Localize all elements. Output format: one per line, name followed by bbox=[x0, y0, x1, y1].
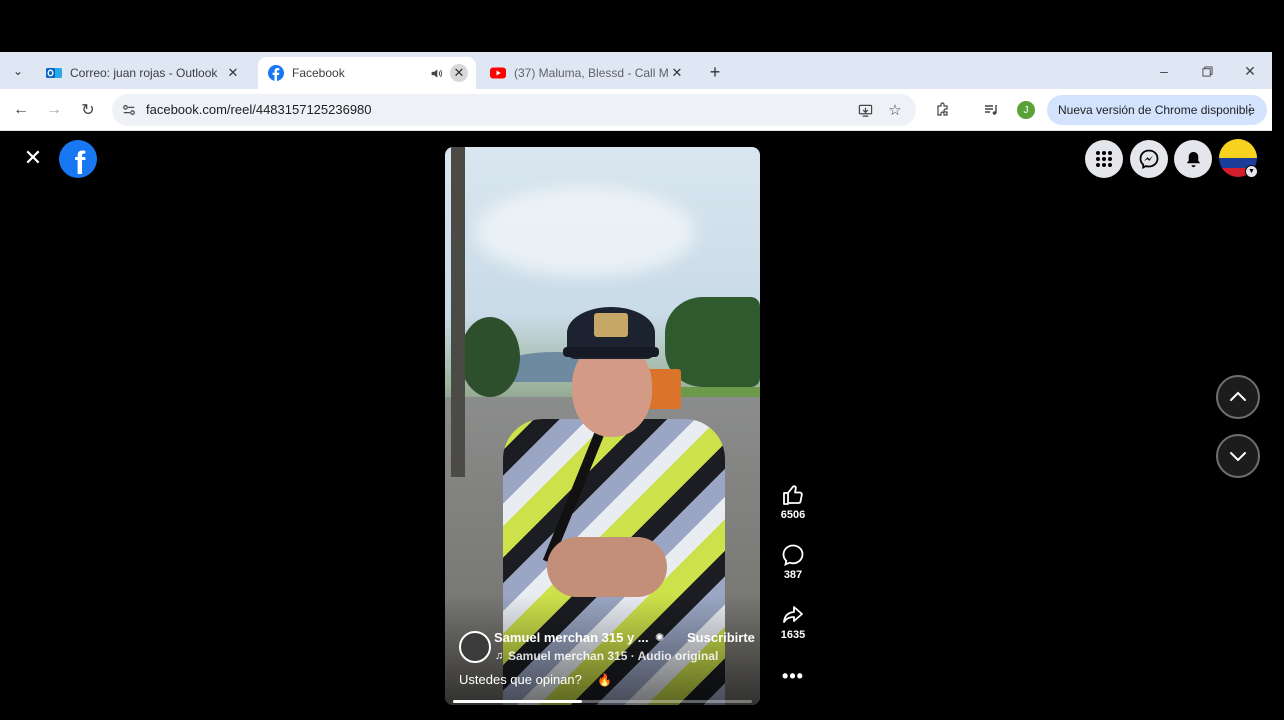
grid-menu-icon bbox=[1096, 151, 1112, 167]
like-button[interactable]: 6506 bbox=[773, 483, 813, 521]
close-tab-icon[interactable]: ✕ bbox=[668, 64, 686, 82]
comment-button[interactable]: 387 bbox=[773, 543, 813, 581]
screen: ⌄ Correo: juan rojas - Outlook ✕ Faceboo… bbox=[0, 0, 1284, 720]
previous-reel-button[interactable] bbox=[1216, 375, 1260, 419]
forward-button[interactable]: → bbox=[41, 97, 67, 123]
close-icon: ✕ bbox=[1244, 62, 1256, 79]
audio-label[interactable]: Samuel merchan 315 · Audio original bbox=[508, 649, 718, 663]
media-control-icon[interactable] bbox=[981, 99, 1003, 121]
outlook-icon bbox=[46, 68, 62, 78]
tab-title: Correo: juan rojas - Outlook bbox=[70, 66, 218, 80]
share-count: 1635 bbox=[780, 629, 806, 641]
messenger-button[interactable] bbox=[1130, 140, 1168, 178]
like-count: 6506 bbox=[780, 509, 806, 521]
bookmark-star-icon[interactable]: ☆ bbox=[885, 100, 905, 120]
back-button[interactable]: ← bbox=[8, 97, 34, 123]
chevron-down-icon[interactable]: ▼ bbox=[1245, 165, 1258, 178]
fire-icon: 🔥 bbox=[597, 673, 612, 687]
messenger-icon bbox=[1139, 149, 1159, 169]
extensions-icon[interactable] bbox=[932, 99, 954, 121]
more-vert-icon[interactable]: ⋮ bbox=[1243, 101, 1257, 118]
thumbs-up-icon bbox=[783, 485, 803, 505]
youtube-icon bbox=[490, 67, 506, 79]
comment-count: 387 bbox=[783, 569, 803, 581]
globe-icon: ✺ bbox=[655, 632, 665, 644]
reel-caption: Ustedes que opinan? bbox=[459, 672, 582, 687]
facebook-logo[interactable]: f bbox=[59, 140, 97, 178]
close-window-button[interactable]: ✕ bbox=[1238, 60, 1262, 82]
close-icon: ✕ bbox=[23, 145, 43, 170]
chrome-update-button[interactable]: Nueva versión de Chrome disponible ⋮ bbox=[1047, 95, 1267, 125]
music-note-icon: ♫ bbox=[495, 650, 504, 662]
author-name[interactable]: Samuel merchan 315 y ... bbox=[494, 630, 649, 645]
chevron-down-icon: ⌄ bbox=[12, 64, 24, 78]
restore-icon bbox=[1201, 65, 1213, 77]
tab-outlook[interactable]: Correo: juan rojas - Outlook ✕ bbox=[36, 57, 250, 89]
update-label: Nueva versión de Chrome disponible bbox=[1058, 103, 1255, 117]
menu-button[interactable] bbox=[1085, 140, 1123, 178]
plus-icon: + bbox=[709, 61, 721, 82]
tab-facebook[interactable]: Facebook ✕ bbox=[258, 57, 476, 89]
close-tab-icon[interactable]: ✕ bbox=[450, 64, 468, 82]
bell-icon bbox=[1186, 151, 1200, 167]
subscribe-button[interactable]: Suscribirte bbox=[687, 630, 755, 645]
arrow-left-icon: ← bbox=[13, 101, 29, 118]
facebook-f-icon: f bbox=[74, 144, 86, 179]
reel-page: ✕ f ▼ Samuel merchan 315 y ... ✺ Suscrib… bbox=[0, 131, 1284, 720]
chevron-down-icon bbox=[1230, 452, 1246, 462]
address-bar[interactable]: facebook.com/reel/4483157125236980 ☆ bbox=[112, 94, 916, 126]
minimize-icon: – bbox=[1160, 63, 1168, 79]
reel-video[interactable]: Samuel merchan 315 y ... ✺ Suscribirte ♫… bbox=[445, 147, 760, 705]
author-avatar[interactable] bbox=[459, 631, 491, 663]
reload-button[interactable]: ↻ bbox=[75, 97, 101, 123]
install-app-icon[interactable] bbox=[855, 100, 875, 120]
new-tab-button[interactable]: + bbox=[704, 61, 726, 83]
next-reel-button[interactable] bbox=[1216, 434, 1260, 478]
reload-icon: ↻ bbox=[81, 102, 95, 119]
tab-strip: ⌄ Correo: juan rojas - Outlook ✕ Faceboo… bbox=[0, 52, 1272, 89]
close-reel-button[interactable]: ✕ bbox=[22, 145, 44, 170]
notifications-button[interactable] bbox=[1174, 140, 1212, 178]
arrow-right-icon: → bbox=[46, 101, 62, 118]
url-text: facebook.com/reel/4483157125236980 bbox=[146, 102, 372, 117]
comment-icon bbox=[782, 544, 804, 567]
chevron-up-icon bbox=[1230, 391, 1246, 401]
restore-button[interactable] bbox=[1195, 60, 1219, 82]
facebook-icon bbox=[268, 65, 284, 81]
speaker-icon[interactable] bbox=[428, 65, 444, 81]
share-button[interactable]: 1635 bbox=[773, 603, 813, 641]
browser-toolbar: ← → ↻ facebook.com/reel/4483157125236980… bbox=[0, 89, 1272, 131]
tab-title: (37) Maluma, Blessd - Call Me ( bbox=[514, 66, 668, 80]
more-options-icon[interactable]: ••• bbox=[781, 666, 805, 686]
site-settings-icon[interactable] bbox=[120, 101, 138, 119]
video-progress-bar[interactable] bbox=[453, 700, 752, 703]
close-tab-icon[interactable]: ✕ bbox=[224, 64, 242, 82]
share-icon bbox=[783, 606, 803, 623]
video-progress-fill bbox=[453, 700, 582, 703]
tab-title: Facebook bbox=[292, 66, 345, 80]
tab-search-button[interactable]: ⌄ bbox=[6, 59, 30, 83]
minimize-button[interactable]: – bbox=[1152, 60, 1176, 82]
profile-avatar[interactable]: J bbox=[1017, 101, 1035, 119]
tab-youtube[interactable]: (37) Maluma, Blessd - Call Me ( ✕ bbox=[480, 57, 694, 89]
